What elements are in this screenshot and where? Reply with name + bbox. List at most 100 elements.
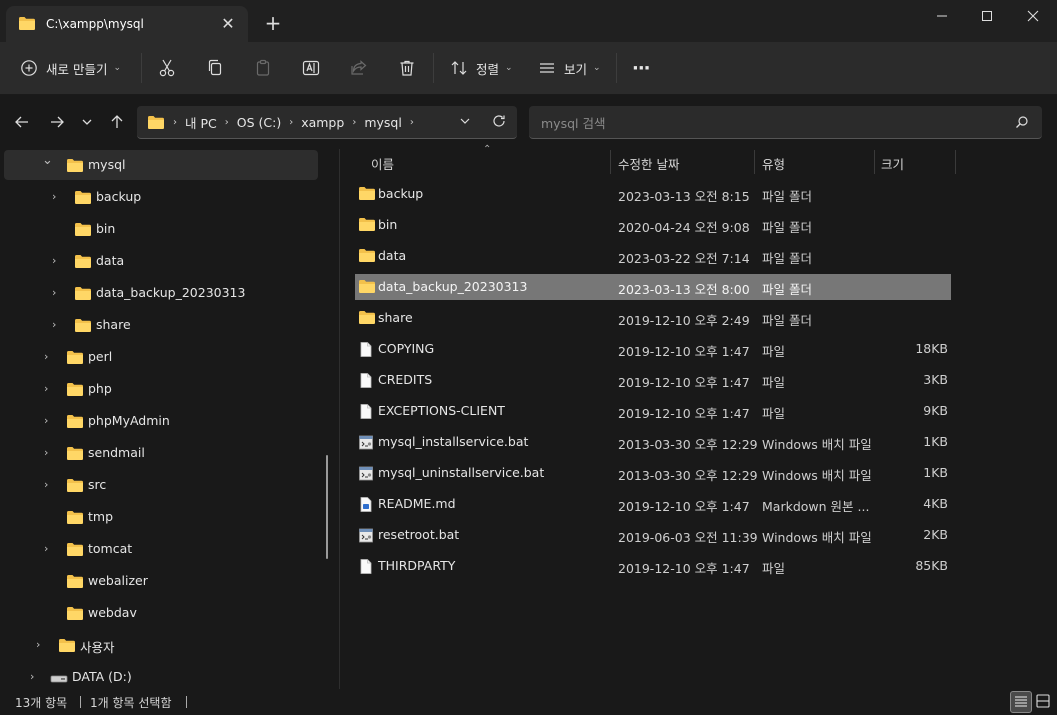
column-header-name-label: 이름 bbox=[371, 157, 395, 172]
file-name: EXCEPTIONS-CLIENT bbox=[378, 403, 505, 418]
delete-button[interactable] bbox=[397, 52, 417, 84]
search-box[interactable] bbox=[529, 106, 1042, 139]
paste-button[interactable] bbox=[253, 52, 273, 84]
column-header-size[interactable]: 크기 bbox=[875, 149, 955, 175]
file-row[interactable]: THIRDPARTY 2019-12-10 오후 1:47 파일 85KB bbox=[355, 553, 951, 579]
column-header-name[interactable]: 이름 bbox=[355, 149, 610, 175]
tree-item[interactable]: › sendmail bbox=[0, 438, 318, 468]
tree-item[interactable]: › data_backup_20230313 bbox=[0, 278, 318, 308]
tree-item[interactable]: tmp bbox=[0, 502, 318, 532]
file-row[interactable]: backup 2023-03-13 오전 8:15 파일 폴더 bbox=[355, 181, 951, 207]
new-button[interactable]: 새로 만들기 ⌄ bbox=[20, 52, 121, 84]
recent-locations-button[interactable] bbox=[76, 111, 98, 133]
tree-item[interactable]: › 사용자 bbox=[0, 630, 318, 660]
file-row[interactable]: resetroot.bat 2019-06-03 오전 11:39 Windows … bbox=[355, 522, 951, 548]
file-row[interactable]: README.md 2019-12-10 오후 1:47 Markdown 원본 .… bbox=[355, 491, 951, 517]
chevron-right-icon[interactable]: › bbox=[44, 415, 54, 427]
chevron-right-icon[interactable]: › bbox=[52, 191, 62, 203]
tree-item[interactable]: › data bbox=[0, 246, 318, 276]
tree-item[interactable]: ⌄ mysql bbox=[4, 150, 318, 180]
folder-icon bbox=[358, 186, 376, 204]
copy-button[interactable] bbox=[205, 52, 225, 84]
breadcrumb-separator[interactable]: › bbox=[173, 117, 177, 128]
breadcrumb-separator[interactable]: › bbox=[410, 117, 414, 128]
more-options-button[interactable]: ··· bbox=[632, 52, 650, 84]
chevron-right-icon[interactable]: › bbox=[44, 543, 54, 555]
file-date: 2019-12-10 오후 1:47 bbox=[618, 406, 750, 421]
column-header-date[interactable]: 수정한 날짜 bbox=[611, 149, 754, 175]
file-row[interactable]: mysql_uninstallservice.bat 2013-03-30 오후 … bbox=[355, 460, 951, 486]
maximize-button[interactable] bbox=[964, 0, 1010, 32]
file-size: 1KB bbox=[923, 465, 948, 480]
file-type: Windows 배치 파일 bbox=[762, 530, 872, 545]
chevron-right-icon[interactable]: › bbox=[36, 639, 46, 651]
tree-item[interactable]: › DATA (D:) bbox=[0, 662, 318, 689]
refresh-icon[interactable] bbox=[491, 113, 507, 132]
close-window-button[interactable] bbox=[1010, 0, 1056, 32]
pane-divider[interactable] bbox=[339, 149, 340, 689]
tab-current-folder[interactable]: C:\xampp\mysql ✕ bbox=[6, 6, 248, 42]
sort-button[interactable]: 정렬 ⌄ bbox=[449, 52, 513, 84]
column-resize-handle[interactable] bbox=[955, 150, 956, 174]
tree-item[interactable]: webdav bbox=[0, 598, 318, 628]
folder-icon bbox=[74, 254, 92, 272]
file-row[interactable]: share 2019-12-10 오후 2:49 파일 폴더 bbox=[355, 305, 951, 331]
search-input[interactable] bbox=[539, 113, 1003, 133]
file-type: Windows 배치 파일 bbox=[762, 437, 872, 452]
tree-item[interactable]: bin bbox=[0, 214, 318, 244]
breadcrumb-separator[interactable]: › bbox=[352, 117, 356, 128]
up-button[interactable] bbox=[106, 111, 128, 133]
forward-button[interactable] bbox=[46, 111, 68, 133]
rename-button[interactable] bbox=[301, 52, 321, 84]
chevron-right-icon[interactable]: › bbox=[52, 287, 62, 299]
search-icon[interactable] bbox=[1015, 115, 1029, 132]
tree-item[interactable]: › backup bbox=[0, 182, 318, 212]
file-row[interactable]: EXCEPTIONS-CLIENT 2019-12-10 오후 1:47 파일 9KB bbox=[355, 398, 951, 424]
tab-close-icon[interactable]: ✕ bbox=[218, 14, 238, 34]
tree-item[interactable]: webalizer bbox=[0, 566, 318, 596]
file-row[interactable]: mysql_installservice.bat 2013-03-30 오후 12… bbox=[355, 429, 951, 455]
chevron-right-icon[interactable]: › bbox=[44, 351, 54, 363]
breadcrumb-separator[interactable]: › bbox=[289, 117, 293, 128]
chevron-right-icon[interactable]: › bbox=[52, 319, 62, 331]
navigation-pane-scrollbar[interactable] bbox=[326, 455, 328, 559]
drive-icon bbox=[50, 672, 68, 687]
file-row[interactable]: bin 2020-04-24 오전 9:08 파일 폴더 bbox=[355, 212, 951, 238]
tree-item[interactable]: › perl bbox=[0, 342, 318, 372]
breadcrumb-separator[interactable]: › bbox=[225, 117, 229, 128]
chevron-right-icon[interactable]: › bbox=[30, 671, 40, 683]
share-button[interactable] bbox=[349, 52, 369, 84]
tree-item[interactable]: › phpMyAdmin bbox=[0, 406, 318, 436]
tree-item[interactable]: › share bbox=[0, 310, 318, 340]
arrow-right-icon bbox=[51, 116, 64, 128]
file-row[interactable]: data_backup_20230313 2023-03-13 오전 8:00 파일… bbox=[355, 274, 951, 300]
breadcrumb-xampp[interactable]: xampp bbox=[301, 115, 344, 130]
tree-item[interactable]: › src bbox=[0, 470, 318, 500]
folder-icon bbox=[66, 542, 84, 560]
address-history-icon[interactable] bbox=[459, 115, 471, 130]
file-row[interactable]: CREDITS 2019-12-10 오후 1:47 파일 3KB bbox=[355, 367, 951, 393]
tiles-view-button[interactable] bbox=[1033, 691, 1053, 711]
new-tab-button[interactable]: + bbox=[262, 12, 284, 34]
cut-button[interactable] bbox=[157, 52, 177, 84]
file-name: COPYING bbox=[378, 341, 435, 356]
breadcrumb-os-c[interactable]: OS (C:) bbox=[237, 115, 281, 130]
tree-item[interactable]: › php bbox=[0, 374, 318, 404]
address-bar[interactable]: › 내 PC › OS (C:) › xampp › mysql › bbox=[137, 106, 517, 139]
chevron-right-icon[interactable]: › bbox=[44, 479, 54, 491]
breadcrumb-this-pc[interactable]: 내 PC bbox=[185, 113, 217, 132]
file-row[interactable]: COPYING 2019-12-10 오후 1:47 파일 18KB bbox=[355, 336, 951, 362]
tree-item[interactable]: › tomcat bbox=[0, 534, 318, 564]
view-button[interactable]: 보기 ⌄ bbox=[537, 52, 601, 84]
minimize-button[interactable] bbox=[919, 0, 965, 32]
file-row[interactable]: data 2023-03-22 오전 7:14 파일 폴더 bbox=[355, 243, 951, 269]
chevron-right-icon[interactable]: › bbox=[44, 447, 54, 459]
file-size: 3KB bbox=[923, 372, 948, 387]
back-button[interactable] bbox=[11, 111, 33, 133]
breadcrumb-mysql[interactable]: mysql bbox=[364, 115, 402, 130]
chevron-right-icon[interactable]: › bbox=[52, 255, 62, 267]
chevron-down-icon[interactable]: ⌄ bbox=[42, 154, 53, 167]
details-view-button[interactable] bbox=[1010, 691, 1032, 713]
column-header-type[interactable]: 유형 bbox=[755, 149, 874, 175]
chevron-right-icon[interactable]: › bbox=[44, 383, 54, 395]
